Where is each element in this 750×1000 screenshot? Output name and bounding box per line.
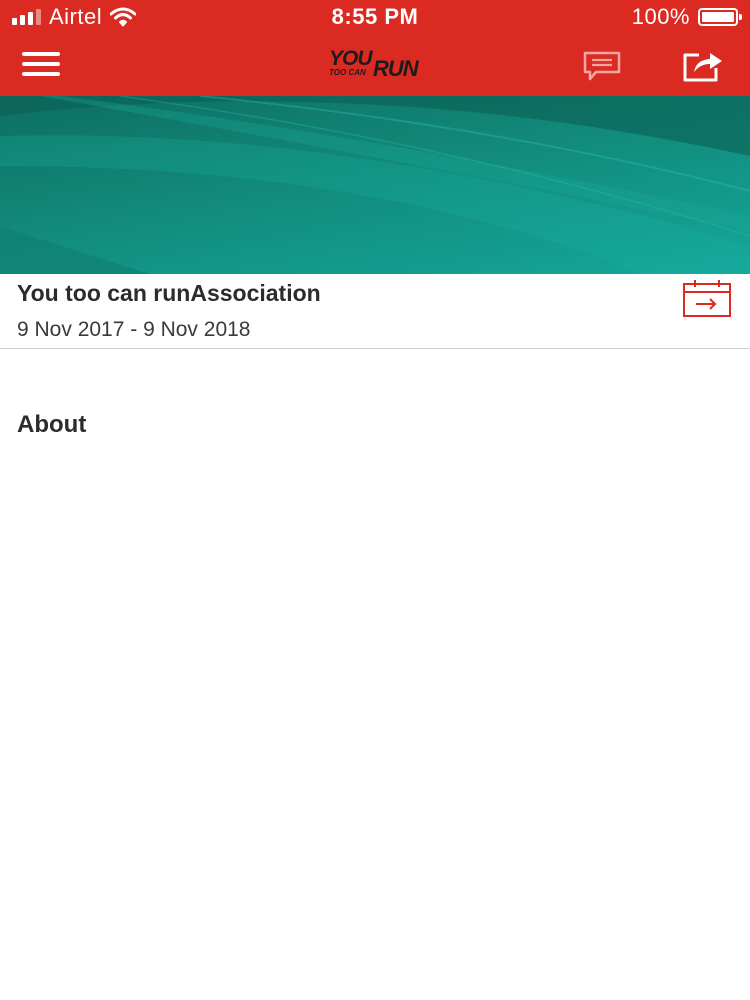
about-heading: About <box>17 411 87 438</box>
nav-bar: YOU TOO CAN RUN <box>0 32 750 96</box>
event-title: You too can runAssociation <box>17 280 321 306</box>
calendar-add-icon[interactable] <box>682 280 732 318</box>
battery-icon <box>698 8 742 26</box>
logo-line-too-can: TOO CAN <box>329 68 366 77</box>
logo-line-you: YOU <box>329 47 373 70</box>
event-info-section: You too can runAssociation 9 Nov 2017 - … <box>0 274 750 349</box>
chat-bubble-icon[interactable] <box>582 51 622 81</box>
status-right: 100% <box>631 4 742 30</box>
event-dates: 9 Nov 2017 - 9 Nov 2018 <box>17 318 251 341</box>
hamburger-menu-icon[interactable] <box>22 50 60 78</box>
battery-percentage: 100% <box>631 4 690 29</box>
share-icon[interactable] <box>682 48 724 82</box>
event-banner-image <box>0 96 750 274</box>
status-bar: Airtel 8:55 PM 100% <box>0 0 750 32</box>
top-bar: Airtel 8:55 PM 100% YOU TOO CAN RUN <box>0 0 750 96</box>
logo-line-run: RUN <box>373 56 419 81</box>
app-logo: YOU TOO CAN RUN <box>327 48 423 82</box>
